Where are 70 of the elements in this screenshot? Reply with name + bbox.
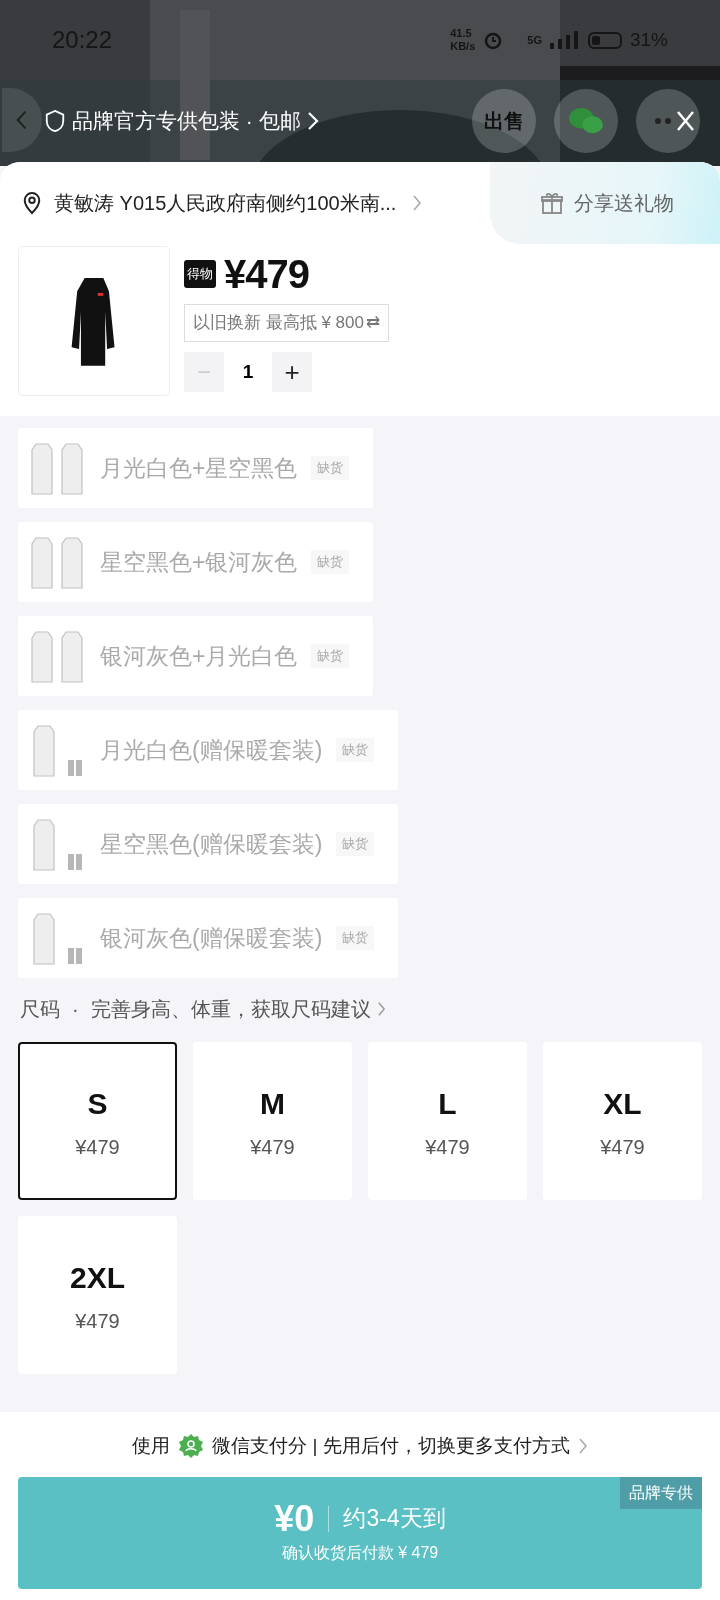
stock-tag: 缺货 bbox=[336, 832, 375, 856]
size-guide-text: 完善身高、体重，获取尺码建议 bbox=[90, 997, 371, 1022]
brand-supply-tag: 品牌专供 bbox=[620, 1476, 702, 1509]
location-pin-icon bbox=[22, 191, 42, 215]
size-option[interactable]: S ¥479 bbox=[18, 1042, 177, 1200]
brand-badge: 得物 bbox=[184, 260, 216, 288]
chevron-right-icon bbox=[412, 194, 423, 212]
alarm-icon bbox=[483, 30, 504, 50]
sell-button[interactable]: 出售 bbox=[472, 89, 536, 153]
trade-in-button[interactable]: 以旧换新 最高抵 ¥ 800⇄ bbox=[184, 304, 389, 342]
product-price: ¥479 bbox=[224, 254, 309, 294]
chevron-right-icon bbox=[577, 1437, 588, 1456]
size-price: ¥479 bbox=[425, 1134, 470, 1160]
size-label: M bbox=[260, 1085, 285, 1122]
variant-label: 月光白色+星空黑色 bbox=[100, 453, 298, 483]
stock-tag: 缺货 bbox=[336, 738, 375, 762]
stock-tag: 缺货 bbox=[336, 926, 375, 950]
stock-tag: 缺货 bbox=[311, 550, 350, 574]
stock-tag: 缺货 bbox=[311, 644, 350, 668]
variant-label: 月光白色(赠保暖套装) bbox=[100, 735, 323, 765]
stock-tag: 缺货 bbox=[311, 456, 350, 480]
size-label: S bbox=[87, 1085, 108, 1122]
back-icon bbox=[15, 108, 29, 132]
size-price: ¥479 bbox=[600, 1134, 645, 1160]
pay-now-price: ¥0 bbox=[274, 1500, 315, 1537]
address-row[interactable]: 黄敏涛 Y015人民政府南侧约100米南... bbox=[0, 162, 490, 244]
variant-label: 星空黑色+银河灰色 bbox=[100, 547, 298, 577]
gift-text: 分享送礼物 bbox=[574, 191, 674, 216]
size-price: ¥479 bbox=[250, 1134, 295, 1160]
delivery-time: 约3-4天到 bbox=[343, 1504, 446, 1534]
wechat-pay-score-icon bbox=[178, 1433, 205, 1460]
size-price: ¥479 bbox=[75, 1308, 120, 1334]
payment-method-link[interactable]: 使用 微信支付分 | 先用后付，切换更多支付方式 bbox=[132, 1432, 588, 1461]
size-option[interactable]: L ¥479 bbox=[368, 1042, 527, 1200]
separator-dot: · bbox=[72, 997, 79, 1022]
buy-button[interactable]: ¥0 约3-4天到 确认收货后付款 ¥ 479 品牌专供 bbox=[18, 1476, 702, 1589]
size-label: 2XL bbox=[70, 1259, 125, 1296]
signal-icon bbox=[549, 31, 580, 49]
speed-unit: KB/s bbox=[450, 40, 476, 53]
variant-label: 银河灰色(赠保暖套装) bbox=[100, 923, 323, 953]
size-option[interactable]: XL ¥479 bbox=[543, 1042, 702, 1200]
shield-icon bbox=[44, 109, 66, 133]
payment-prefix: 使用 bbox=[132, 1434, 171, 1458]
size-option[interactable]: M ¥479 bbox=[193, 1042, 352, 1200]
quantity-value: 1 bbox=[241, 359, 255, 384]
network-type: 5G bbox=[527, 32, 542, 48]
address-text: 黄敏涛 Y015人民政府南侧约100米南... bbox=[54, 191, 397, 216]
share-gift-button[interactable]: 分享送礼物 bbox=[490, 162, 720, 244]
size-title: 尺码 bbox=[20, 997, 60, 1022]
more-close-icon bbox=[654, 109, 694, 133]
size-price: ¥479 bbox=[75, 1134, 120, 1160]
gift-icon bbox=[540, 191, 564, 215]
size-option[interactable]: 2XL ¥479 bbox=[18, 1216, 177, 1374]
payment-text: 微信支付分 | 先用后付，切换更多支付方式 bbox=[212, 1434, 570, 1458]
wechat-icon bbox=[567, 106, 605, 136]
brand-tag-text: 品牌官方专供包装 · 包邮 bbox=[72, 108, 301, 135]
variant-label: 银河灰色+月光白色 bbox=[100, 641, 298, 671]
pay-later-note: 确认收货后付款 ¥ 479 bbox=[281, 1542, 439, 1563]
swap-icon: ⇄ bbox=[366, 310, 380, 336]
network-speed: 41.5 bbox=[450, 27, 473, 40]
battery-icon bbox=[587, 31, 622, 49]
variant-label: 星空黑色(赠保暖套装) bbox=[100, 829, 323, 859]
trade-in-text: 以旧换新 最高抵 ¥ 800 bbox=[193, 312, 364, 335]
size-label: XL bbox=[603, 1085, 642, 1122]
chevron-right-icon bbox=[306, 111, 319, 131]
size-guide-link[interactable]: 完善身高、体重，获取尺码建议 bbox=[90, 994, 386, 1024]
brand-tag[interactable]: 品牌官方专供包装 · 包邮 bbox=[44, 105, 319, 137]
size-label: L bbox=[438, 1085, 457, 1122]
chevron-right-icon bbox=[376, 1001, 386, 1017]
plus-button[interactable]: + bbox=[272, 352, 312, 392]
